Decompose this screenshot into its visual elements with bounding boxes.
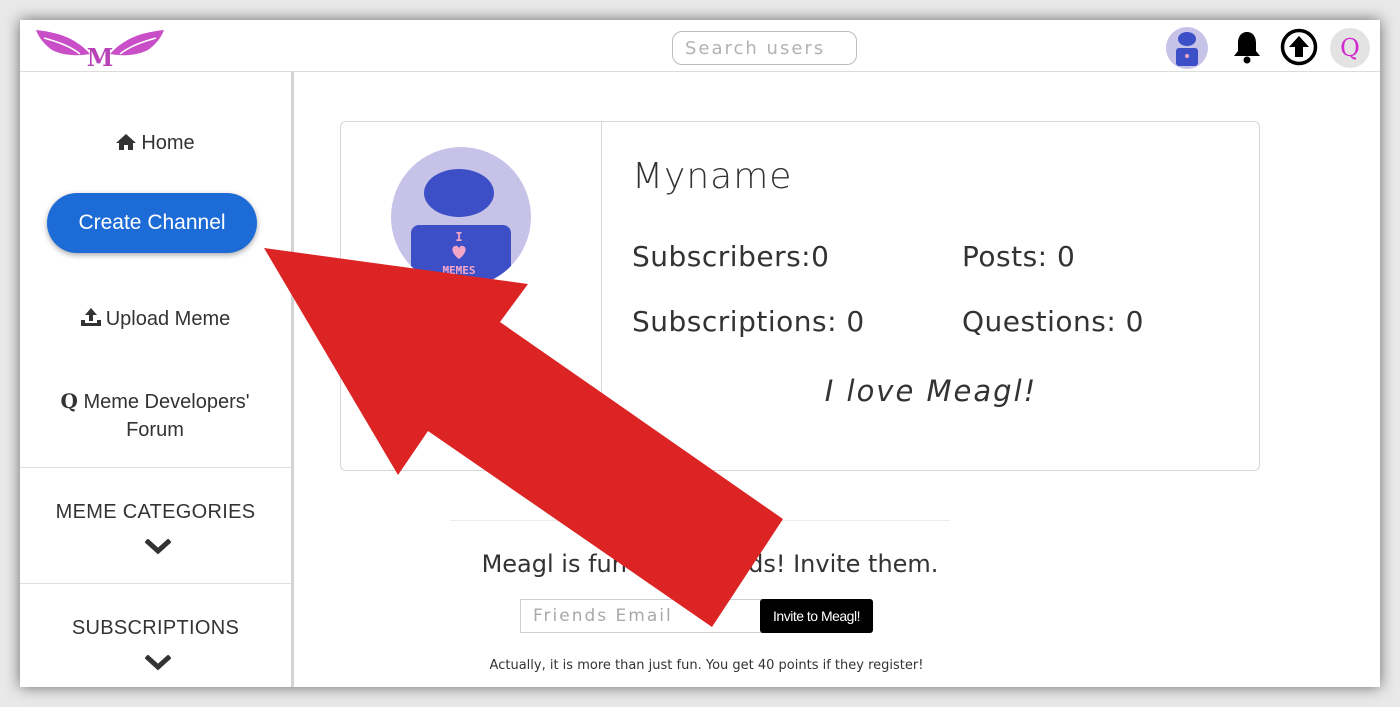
user-avatar[interactable] [1166,27,1208,69]
q-icon: Q [60,389,78,413]
invite-title: Meagl is fun with friends! Invite them. [481,550,939,578]
sidebar-item-label: Home [141,132,195,154]
top-navbar: M Q [20,20,1380,72]
browser-frame: M Q Home Create Channel [20,20,1380,687]
profile-motto: I love Meagl! [824,374,1038,408]
meme-categories-title[interactable]: MEME CATEGORIES [20,501,291,524]
avatar-text: MEMES [442,264,475,277]
q-forum-icon[interactable]: Q [1330,28,1370,68]
profile-name: Myname [632,156,793,197]
chevron-down-icon[interactable] [145,655,171,671]
upload-icon[interactable] [1280,28,1318,66]
subscribers-count[interactable]: Subscribers:0 [632,240,829,273]
subscriptions-title[interactable]: SUBSCRIPTIONS [20,617,291,640]
sidebar-item-upload-meme[interactable]: Upload Meme [20,307,290,331]
profile-avatar[interactable]: I MEMES [391,147,531,287]
sidebar-divider [20,467,291,468]
invite-divider [450,520,950,521]
create-channel-button[interactable]: Create Channel [47,193,257,253]
sidebar-item-label: Meme Developers' [83,391,250,413]
sidebar-item-home[interactable]: Home [20,132,290,155]
sidebar: Home Create Channel Upload Meme Q Meme D… [20,72,294,687]
invite-button[interactable]: Invite to Meagl! [760,599,873,633]
chevron-down-icon[interactable] [145,539,171,555]
home-icon [116,134,137,150]
card-divider [601,122,602,470]
sidebar-item-label: Upload Meme [105,308,231,330]
questions-count[interactable]: Questions: 0 [962,305,1144,338]
upload-tray-icon [80,308,101,326]
search-users-input[interactable] [672,31,857,65]
avatar-text: I [455,230,462,244]
sidebar-item-forum[interactable]: Q Meme Developers' Forum [20,387,290,444]
profile-card: I MEMES Myname Subscribers:0 Posts: 0 Su… [340,121,1260,471]
sidebar-item-label: Forum [126,419,184,441]
subscriptions-count[interactable]: Subscriptions: 0 [632,305,865,338]
invite-note: Actually, it is more than just fun. You … [489,658,924,673]
posts-count[interactable]: Posts: 0 [962,240,1075,273]
bell-icon[interactable] [1230,29,1264,65]
friends-email-input[interactable] [520,599,762,633]
logo-letter: M [87,43,114,68]
sidebar-divider [20,583,291,584]
meagl-logo[interactable]: M [34,26,166,68]
